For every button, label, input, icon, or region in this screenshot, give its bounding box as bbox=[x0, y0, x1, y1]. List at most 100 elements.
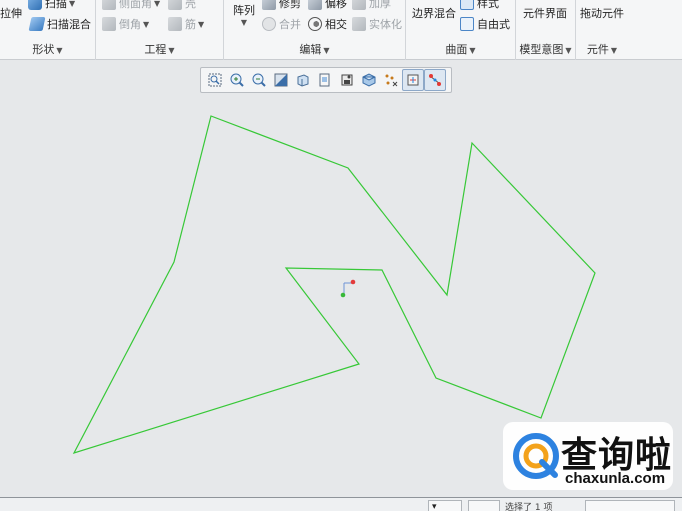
boundary-blend-button[interactable]: 边界混合 bbox=[412, 4, 456, 22]
offset-label: 偏移 bbox=[325, 0, 347, 10]
chevron-down-icon: ▼ bbox=[154, 0, 161, 8]
extrude-button[interactable]: 拉伸 bbox=[0, 4, 22, 22]
boundary-blend-label: 边界混合 bbox=[412, 7, 456, 20]
shape-group: 拉伸 扫描 ▼ 扫描混合 形状 ▼ bbox=[0, 0, 96, 60]
trim-button[interactable]: 修剪 bbox=[262, 0, 301, 12]
repaint-button[interactable] bbox=[270, 69, 292, 91]
zoom-out-icon bbox=[252, 73, 266, 87]
side-face-icon bbox=[102, 0, 116, 10]
solidify-icon bbox=[352, 17, 366, 31]
drag-components-label: 拖动元件 bbox=[580, 7, 624, 20]
status-bar: ▾ 选择了 1 项 bbox=[0, 497, 682, 511]
intersect-icon bbox=[308, 17, 322, 31]
freestyle-icon bbox=[460, 17, 474, 31]
merge-label: 合并 bbox=[279, 18, 301, 31]
selection-status: 选择了 1 项 bbox=[505, 503, 553, 511]
intersect-button[interactable]: 相交 bbox=[308, 15, 347, 33]
pattern-label: 阵列 bbox=[233, 4, 255, 17]
saved-views-icon bbox=[319, 73, 330, 87]
sweep-label: 扫描 bbox=[45, 0, 67, 10]
zoom-fit-icon bbox=[208, 73, 222, 87]
model-intent-group: 元件界面 模型意图 ▼ bbox=[516, 0, 576, 60]
selection-filter-dropdown[interactable] bbox=[585, 500, 675, 511]
zoom-in-button[interactable] bbox=[226, 69, 248, 91]
surfaces-group-label[interactable]: 曲面 ▼ bbox=[406, 42, 515, 58]
thicken-label: 加厚 bbox=[369, 0, 391, 10]
trim-icon bbox=[262, 0, 276, 10]
solidify-label: 实体化 bbox=[369, 18, 402, 31]
chevron-down-icon: ▼ bbox=[69, 0, 76, 8]
style-label: 样式 bbox=[477, 0, 499, 10]
perspective-button[interactable] bbox=[358, 69, 380, 91]
display-style-button[interactable] bbox=[292, 69, 314, 91]
sweep-icon bbox=[28, 0, 42, 10]
swept-blend-button[interactable]: 扫描混合 bbox=[28, 15, 91, 33]
chevron-down-icon: ▾ bbox=[432, 502, 437, 511]
merge-icon bbox=[262, 17, 276, 31]
swept-blend-label: 扫描混合 bbox=[47, 18, 91, 31]
filter-button[interactable]: ▾ bbox=[428, 500, 462, 511]
rib-icon bbox=[168, 17, 182, 31]
side-face-button[interactable]: 侧面角 ▼ bbox=[102, 0, 160, 12]
annotation-display-button[interactable] bbox=[424, 69, 446, 91]
spin-center-button[interactable] bbox=[402, 69, 424, 91]
rib-button[interactable]: 筋 ▼ bbox=[168, 15, 204, 33]
solidify-button[interactable]: 实体化 bbox=[352, 15, 402, 33]
watermark-subtitle: chaxunla.com bbox=[565, 470, 666, 487]
surfaces-group: 边界混合 样式 自由式 曲面 ▼ bbox=[406, 0, 516, 60]
intersect-label: 相交 bbox=[325, 18, 347, 31]
component-group: 拖动元件 元件 ▼ bbox=[576, 0, 682, 60]
chevron-down-icon: ▼ bbox=[56, 46, 63, 55]
shell-label: 壳 bbox=[185, 0, 196, 10]
offset-icon bbox=[308, 0, 322, 10]
view-toolbar bbox=[200, 67, 452, 93]
shell-button[interactable]: 壳 bbox=[168, 0, 196, 12]
chevron-down-icon: ▼ bbox=[143, 19, 150, 29]
editing-group-label[interactable]: 编辑 ▼ bbox=[224, 42, 405, 58]
zoom-out-button[interactable] bbox=[248, 69, 270, 91]
sketch-profile[interactable] bbox=[72, 115, 596, 455]
datum-display-button[interactable] bbox=[380, 69, 402, 91]
csys-marker bbox=[340, 279, 356, 298]
chevron-down-icon: ▼ bbox=[610, 46, 618, 55]
engineering-group-label[interactable]: 工程 ▼ bbox=[96, 42, 223, 58]
display-style-icon bbox=[297, 74, 309, 87]
freestyle-label: 自由式 bbox=[477, 18, 510, 31]
ribbon-toolbar: 拉伸 扫描 ▼ 扫描混合 形状 ▼ 侧面角 ▼ 倒角 ▼ 壳 筋 ▼ 工程 ▼ … bbox=[0, 0, 682, 60]
view-manager-icon bbox=[341, 74, 353, 86]
component-interface-label: 元件界面 bbox=[523, 7, 567, 20]
style-button[interactable]: 样式 bbox=[460, 0, 499, 12]
window-button[interactable] bbox=[468, 500, 500, 511]
repaint-icon bbox=[274, 73, 288, 87]
thicken-icon bbox=[352, 0, 366, 10]
component-group-label[interactable]: 元件 ▼ bbox=[576, 42, 628, 58]
view-manager-button[interactable] bbox=[336, 69, 358, 91]
chamfer-label: 倒角 bbox=[119, 18, 141, 31]
engineering-group: 侧面角 ▼ 倒角 ▼ 壳 筋 ▼ 工程 ▼ bbox=[96, 0, 224, 60]
freestyle-button[interactable]: 自由式 bbox=[460, 15, 510, 33]
datum-display-icon bbox=[385, 74, 398, 87]
saved-views-button[interactable] bbox=[314, 69, 336, 91]
pattern-button[interactable]: 阵列 ▼ bbox=[230, 2, 258, 36]
offset-button[interactable]: 偏移 bbox=[308, 0, 347, 12]
sweep-button[interactable]: 扫描 ▼ bbox=[28, 0, 75, 12]
zoom-fit-button[interactable] bbox=[204, 69, 226, 91]
model-intent-group-label[interactable]: 模型意图 ▼ bbox=[516, 42, 575, 58]
merge-button[interactable]: 合并 bbox=[262, 15, 301, 33]
search-logo-icon bbox=[513, 433, 559, 479]
thicken-button[interactable]: 加厚 bbox=[352, 0, 391, 12]
chevron-down-icon: ▼ bbox=[240, 18, 248, 27]
editing-group: 阵列 ▼ 修剪 合并 偏移 相交 加厚 实体化 编辑 ▼ bbox=[224, 0, 406, 60]
spin-center-icon bbox=[407, 74, 419, 86]
extrude-label: 拉伸 bbox=[0, 7, 22, 20]
chamfer-button[interactable]: 倒角 ▼ bbox=[102, 15, 149, 33]
chevron-down-icon: ▼ bbox=[323, 46, 330, 55]
style-icon bbox=[460, 0, 474, 10]
component-interface-button[interactable]: 元件界面 bbox=[523, 4, 567, 22]
chevron-down-icon: ▼ bbox=[198, 19, 205, 29]
shape-group-label[interactable]: 形状 ▼ bbox=[0, 42, 95, 58]
zoom-in-icon bbox=[230, 73, 244, 87]
trim-label: 修剪 bbox=[279, 0, 301, 10]
rib-label: 筋 bbox=[185, 18, 196, 31]
drag-components-button[interactable]: 拖动元件 bbox=[580, 4, 624, 22]
